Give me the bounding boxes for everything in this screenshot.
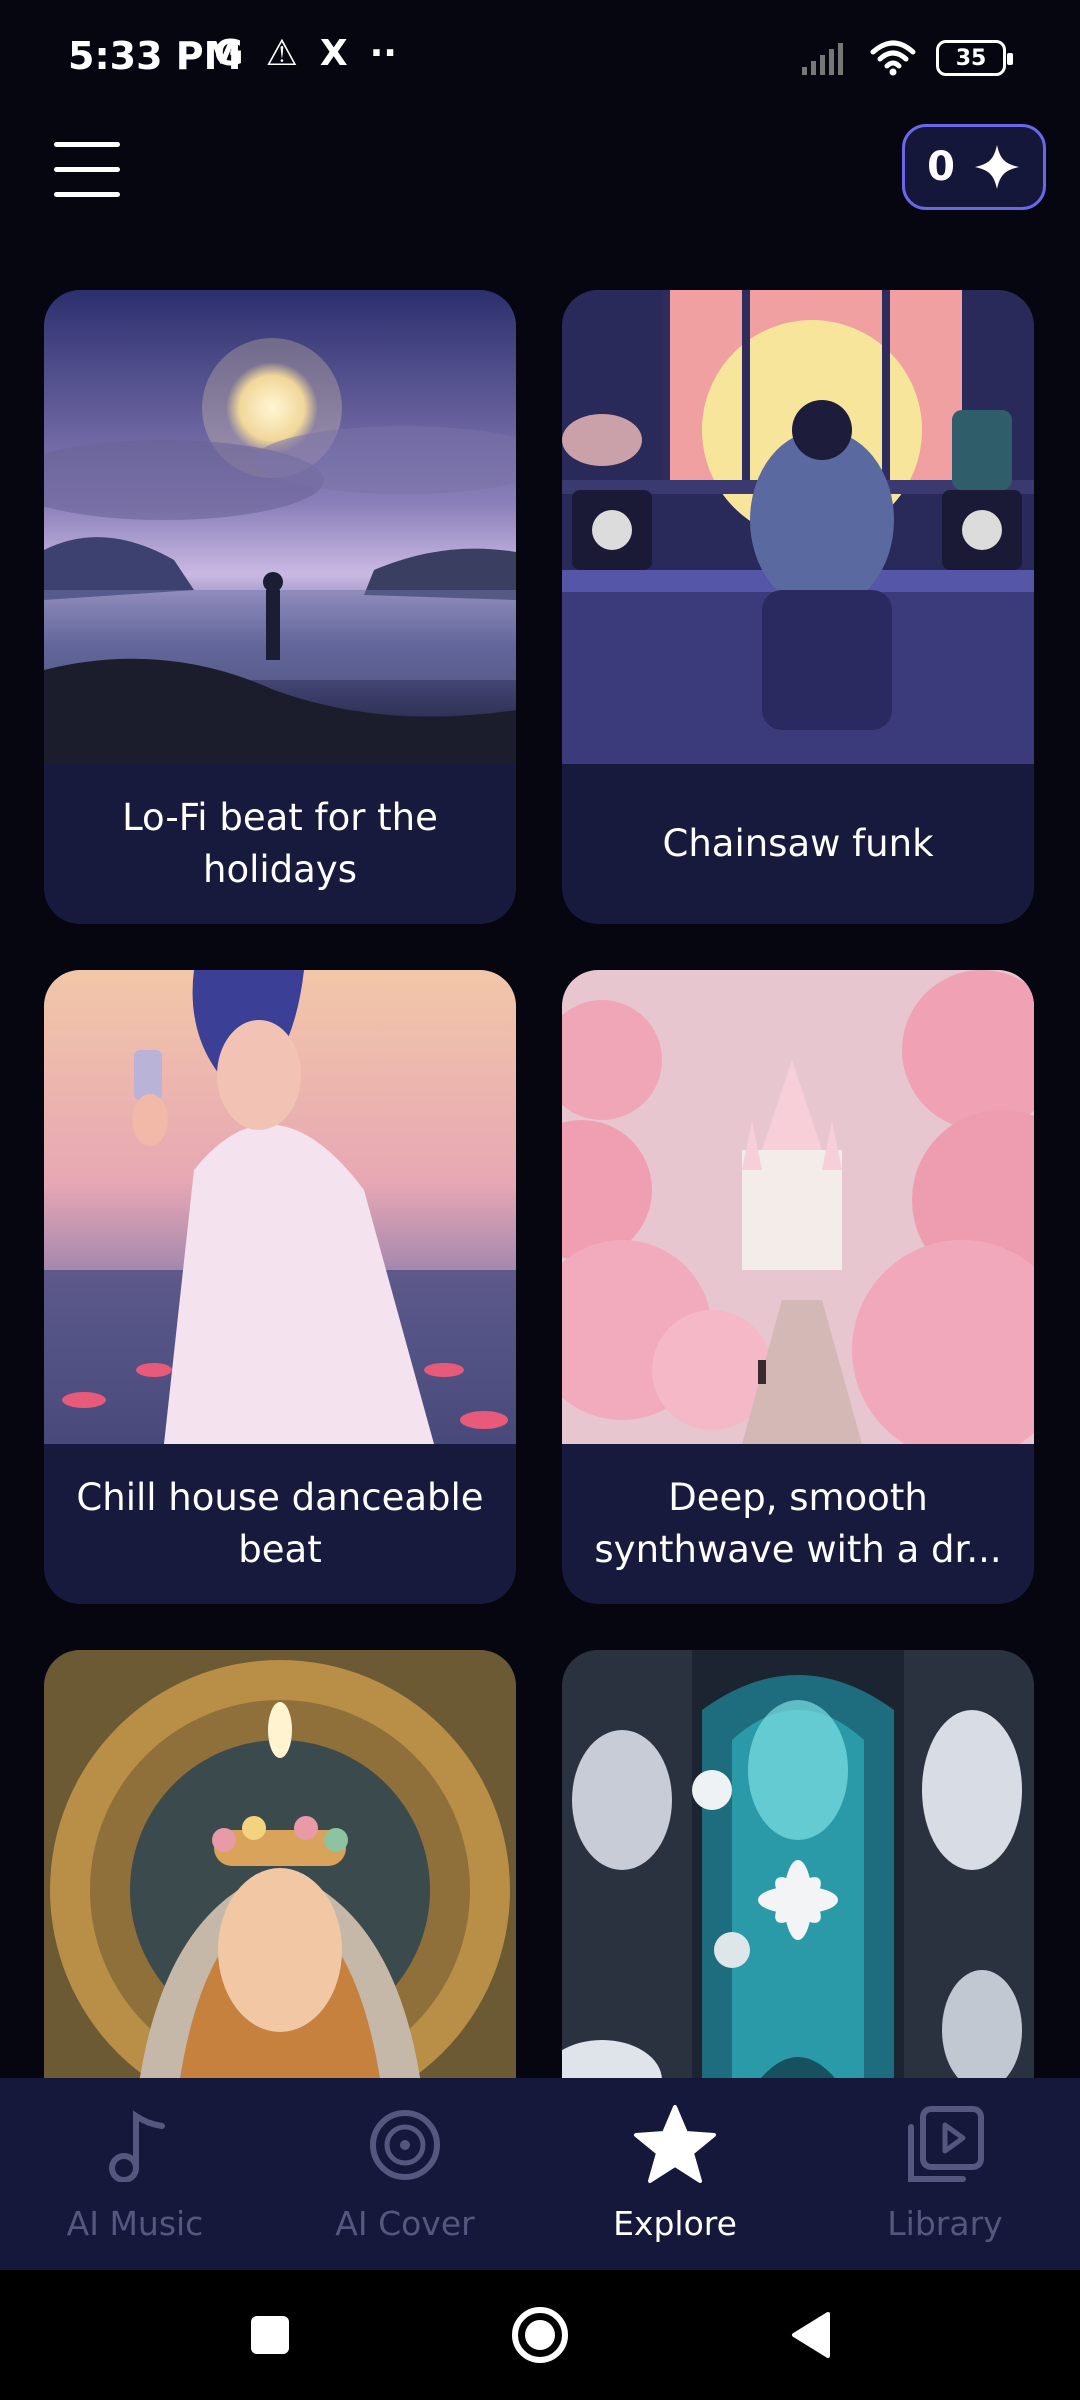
nav-library[interactable]: Library	[810, 2078, 1080, 2270]
song-card[interactable]	[562, 1650, 1034, 2080]
battery-icon: 35	[936, 40, 1013, 76]
x-app-icon: X	[319, 33, 348, 74]
card-title: Deep, smooth synthwave with a dr...	[594, 1476, 1002, 1571]
song-card[interactable]	[44, 1650, 516, 2080]
song-card[interactable]: Chill house danceable beat	[44, 970, 516, 1604]
nav-label: Explore	[613, 2204, 737, 2243]
music-note-icon	[90, 2100, 180, 2190]
status-notification-icons: G ⚠ X ··	[214, 36, 397, 72]
sparkle-icon	[974, 145, 1019, 189]
cell-signal-icon	[802, 43, 843, 75]
more-notifications-icon: ··	[369, 33, 397, 74]
card-title: Lo-Fi beat for the holidays	[122, 796, 438, 891]
home-button[interactable]	[505, 2300, 575, 2370]
nav-ai-music[interactable]: AI Music	[0, 2078, 270, 2270]
nav-explore[interactable]: Explore	[540, 2078, 810, 2270]
square-icon	[251, 2316, 289, 2354]
top-app-bar: 0	[0, 110, 1080, 270]
warning-icon: ⚠	[265, 33, 298, 74]
credits-count: 0	[927, 144, 955, 190]
card-artwork	[562, 290, 1034, 764]
card-artwork	[562, 970, 1034, 1444]
explore-grid: Lo-Fi beat for the holidays Chainsaw fun…	[44, 290, 1036, 2080]
card-artwork	[44, 970, 516, 1444]
status-system-icons: 35	[802, 40, 1013, 76]
card-artwork	[44, 1650, 516, 2080]
home-circle-icon	[512, 2307, 568, 2363]
hamburger-menu-icon[interactable]	[54, 142, 124, 202]
system-navigation-bar	[0, 2270, 1080, 2400]
card-title: Chainsaw funk	[662, 822, 934, 865]
card-title: Chill house danceable beat	[76, 1476, 484, 1571]
card-artwork	[44, 290, 516, 764]
nav-label: Library	[887, 2204, 1003, 2243]
nav-label: AI Music	[66, 2204, 204, 2243]
recents-button[interactable]	[235, 2300, 305, 2370]
bottom-navigation: AI Music AI Cover Explore Library	[0, 2078, 1080, 2270]
back-button[interactable]	[775, 2300, 845, 2370]
song-card[interactable]: Lo-Fi beat for the holidays	[44, 290, 516, 924]
star-icon	[630, 2100, 720, 2190]
wifi-icon	[870, 40, 916, 76]
status-bar: 5:33 PM G ⚠ X ·· 35	[0, 0, 1080, 110]
back-triangle-icon	[792, 2312, 830, 2358]
credits-button[interactable]: 0	[902, 124, 1046, 210]
song-card[interactable]: Deep, smooth synthwave with a dr...	[562, 970, 1034, 1604]
vinyl-disc-icon	[360, 2100, 450, 2190]
song-card[interactable]: Chainsaw funk	[562, 290, 1034, 924]
nav-label: AI Cover	[335, 2204, 475, 2243]
video-library-icon	[900, 2100, 990, 2190]
google-icon: G	[214, 33, 244, 74]
card-artwork	[562, 1650, 1034, 2080]
nav-ai-cover[interactable]: AI Cover	[270, 2078, 540, 2270]
